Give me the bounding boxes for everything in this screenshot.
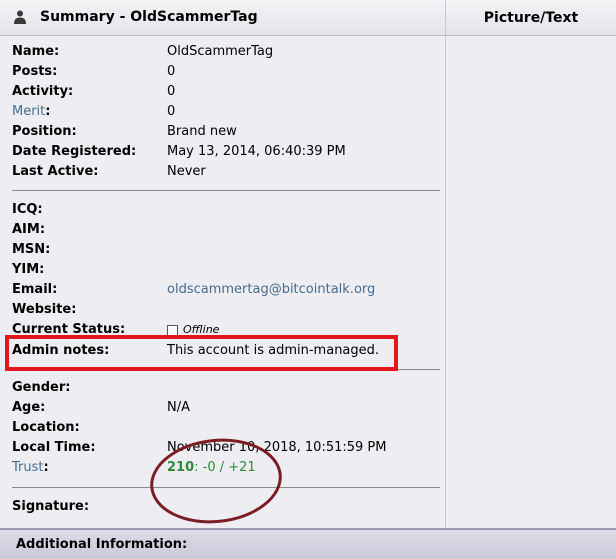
trust-colon: : bbox=[43, 460, 49, 475]
row-posts: Posts: 0 bbox=[12, 62, 442, 82]
age-value: N/A bbox=[167, 400, 190, 415]
name-value: OldScammerTag bbox=[167, 44, 274, 59]
row-gender: Gender: bbox=[12, 378, 442, 398]
posts-label: Posts: bbox=[12, 64, 58, 79]
offline-status-icon bbox=[167, 324, 178, 336]
row-name: Name: OldScammerTag bbox=[12, 42, 442, 62]
row-position: Position: Brand new bbox=[12, 122, 442, 142]
row-location: Location: bbox=[12, 418, 442, 438]
row-age: Age: N/A bbox=[12, 398, 442, 418]
position-label: Position: bbox=[12, 124, 77, 139]
additional-info-title: Additional Information: bbox=[16, 537, 188, 552]
name-label: Name: bbox=[12, 44, 60, 59]
row-email: Email: oldscammertag@bitcointalk.org bbox=[12, 280, 442, 300]
picture-text-header: Picture/Text bbox=[445, 0, 616, 36]
row-msn: MSN: bbox=[12, 240, 442, 260]
date-registered-label: Date Registered: bbox=[12, 144, 137, 159]
location-label: Location: bbox=[12, 420, 80, 435]
activity-label: Activity: bbox=[12, 84, 74, 99]
summary-title: Summary - OldScammerTag bbox=[40, 9, 258, 25]
trust-label-wrap: Trust: bbox=[12, 458, 49, 478]
red-highlight-box bbox=[5, 335, 398, 371]
row-merit: Merit: 0 bbox=[12, 102, 442, 122]
position-value: Brand new bbox=[167, 124, 237, 139]
aim-label: AIM: bbox=[12, 222, 46, 237]
row-last-active: Last Active: Never bbox=[12, 162, 442, 182]
icq-label: ICQ: bbox=[12, 202, 43, 217]
row-aim: AIM: bbox=[12, 220, 442, 240]
person-icon bbox=[14, 10, 26, 24]
email-link[interactable]: oldscammertag@bitcointalk.org bbox=[167, 280, 375, 300]
row-date-registered: Date Registered: May 13, 2014, 06:40:39 … bbox=[12, 142, 442, 162]
age-label: Age: bbox=[12, 400, 46, 415]
row-activity: Activity: 0 bbox=[12, 82, 442, 102]
yim-label: YIM: bbox=[12, 262, 45, 277]
divider bbox=[12, 190, 440, 191]
email-label: Email: bbox=[12, 282, 58, 297]
additional-info-bar: Additional Information: bbox=[0, 528, 616, 559]
picture-text-panel bbox=[445, 36, 616, 528]
last-active-value: Never bbox=[167, 164, 206, 179]
activity-value: 0 bbox=[167, 84, 176, 99]
merit-colon: : bbox=[45, 104, 51, 119]
row-yim: YIM: bbox=[12, 260, 442, 280]
merit-label-wrap: Merit: bbox=[12, 102, 50, 122]
divider bbox=[398, 369, 440, 370]
row-website: Website: bbox=[12, 300, 442, 320]
local-time-label: Local Time: bbox=[12, 440, 96, 455]
merit-value: 0 bbox=[167, 104, 176, 119]
row-icq: ICQ: bbox=[12, 200, 442, 220]
last-active-label: Last Active: bbox=[12, 164, 99, 179]
msn-label: MSN: bbox=[12, 242, 51, 257]
profile-page: Summary - OldScammerTag Picture/Text Nam… bbox=[0, 0, 616, 559]
gender-label: Gender: bbox=[12, 380, 71, 395]
merit-link[interactable]: Merit bbox=[12, 104, 45, 119]
signature-label: Signature: bbox=[12, 499, 90, 514]
date-registered-value: May 13, 2014, 06:40:39 PM bbox=[167, 144, 346, 159]
trust-link[interactable]: Trust bbox=[12, 460, 43, 475]
summary-header: Summary - OldScammerTag Picture/Text bbox=[0, 0, 616, 36]
posts-value: 0 bbox=[167, 64, 176, 79]
website-label: Website: bbox=[12, 302, 77, 317]
